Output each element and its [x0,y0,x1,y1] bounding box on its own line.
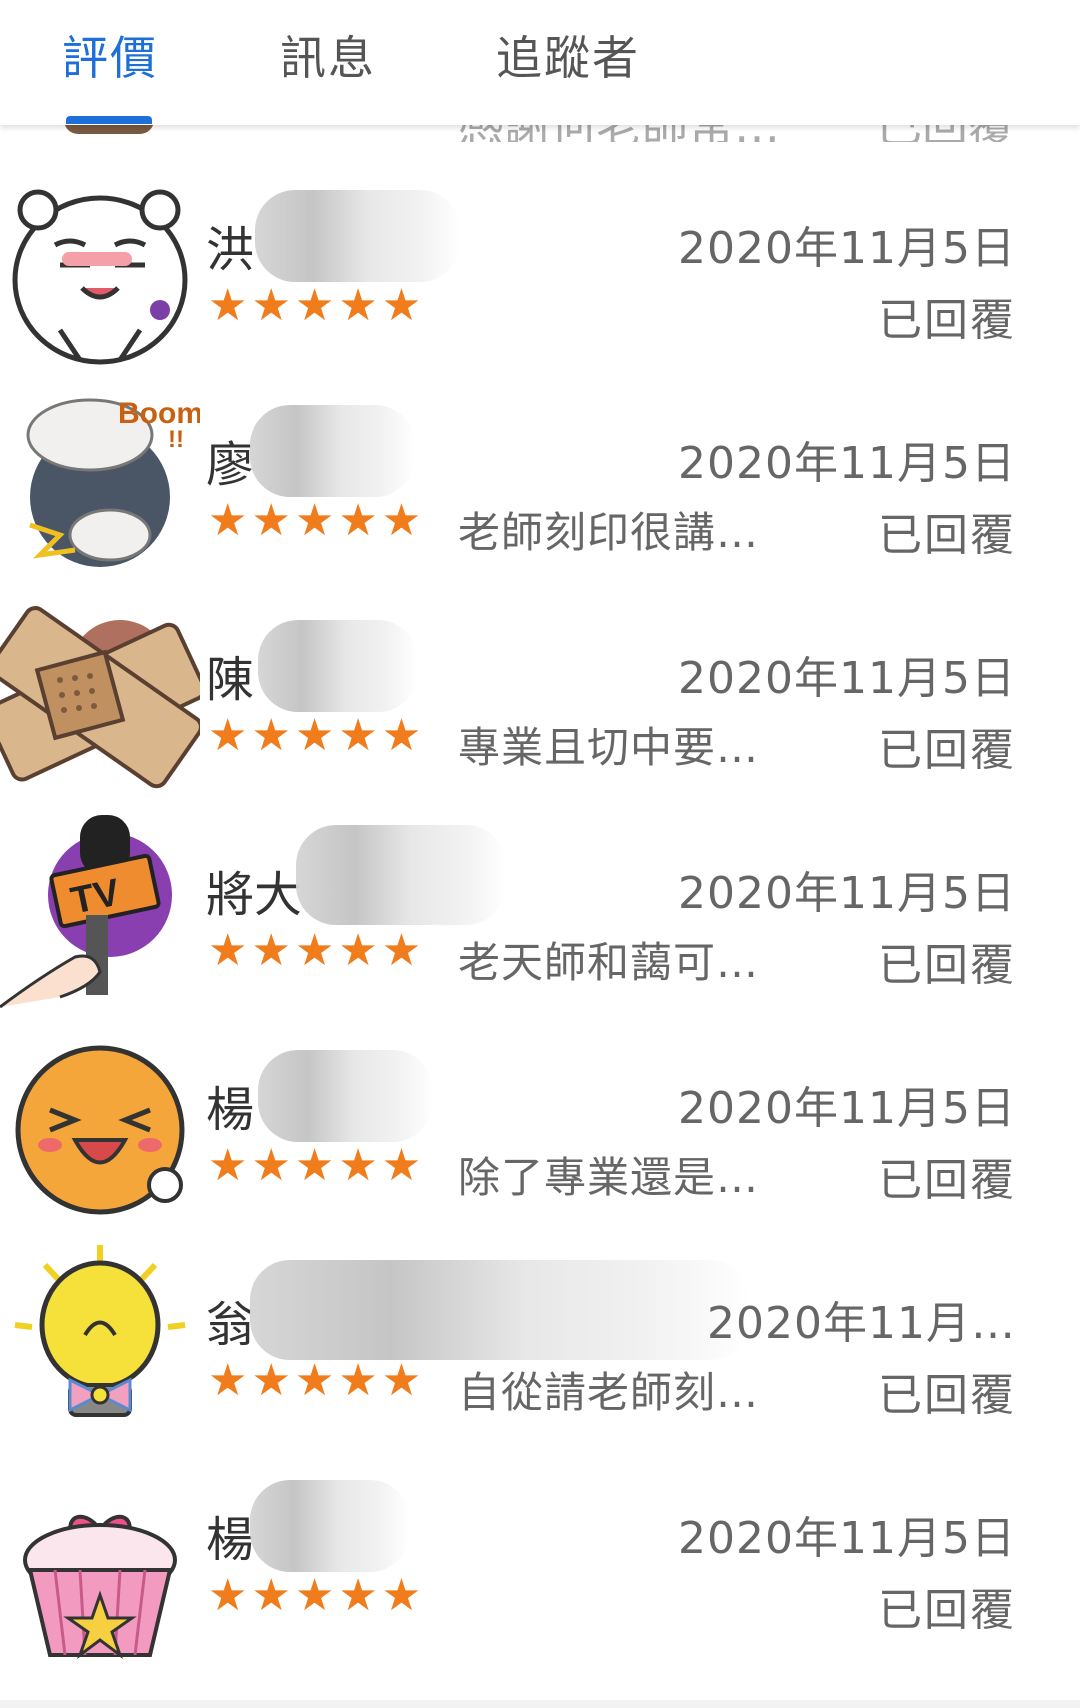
star-rating: ★★★★★ [208,710,426,761]
name-redaction-blur [250,405,415,497]
reply-status: 已回覆 [878,1155,1016,1206]
reviewer-name: 將大 [206,867,303,923]
star-rating: ★★★★★ [208,495,426,546]
review-row[interactable]: TV 將大 2020年11月5日 ★★★★★ 老天師和藹可… 已回覆 [0,805,1080,1019]
tab-bar: 評價 訊息 追蹤者 [0,0,1080,125]
lightbulb-sticker-avatar [0,1245,200,1445]
name-redaction-blur [255,190,460,282]
review-row[interactable]: Boom !! 廖 2020年11月5日 ★★★★★ 老師刻印很講… 已回覆 [0,375,1080,589]
name-redaction-blur [250,1260,750,1360]
reviewer-name: 洪 [206,222,255,278]
review-snippet: 自從請老師刻… [458,1368,760,1417]
reply-status: 已回覆 [878,940,1016,991]
review-date: 2020年11月5日 [678,438,1016,489]
star-rating: ★★★★★ [208,1140,426,1191]
star-rating: ★★★★★ [208,925,426,976]
reply-status: 已回覆 [878,510,1016,561]
boom-sticker-avatar: Boom !! [0,385,200,585]
tab-followers[interactable]: 追蹤者 [496,22,640,88]
review-date: 2020年11月5日 [678,1083,1016,1134]
cupcake-sticker-avatar [0,1460,200,1660]
reply-status: 已回覆 [878,1370,1016,1421]
review-snippet: 除了專業還是… [458,1153,760,1202]
review-date: 2020年11月5日 [678,1513,1016,1564]
reply-status: 已回覆 [878,295,1016,346]
review-snippet: 專業且切中要… [458,723,760,772]
review-row[interactable]: 陳 2020年11月5日 ★★★★★ 專業且切中要… 已回覆 [0,590,1080,804]
svg-text:!!: !! [168,426,184,453]
bottom-divider [0,1700,1080,1708]
review-date: 2020年11月5日 [678,223,1016,274]
review-row[interactable]: 楊 2020年11月5日 ★★★★★ 已回覆 [0,1450,1080,1664]
bandage-sticker-avatar [0,600,200,800]
reviewer-name: 楊 [206,1082,255,1138]
star-rating: ★★★★★ [208,1570,426,1621]
reviewer-name: 廖 [206,437,255,493]
reviewer-name: 楊 [206,1512,255,1568]
review-snippet: 老天師和藹可… [458,938,760,987]
star-rating: ★★★★★ [208,280,426,331]
review-row[interactable]: 洪 2020年11月5日 ★★★★★ 已回覆 [0,160,1080,374]
review-date: 2020年11月… [707,1298,1016,1349]
reviewer-name: 翁 [206,1297,255,1353]
name-redaction-blur [258,620,418,712]
reply-status: 已回覆 [878,725,1016,776]
review-date: 2020年11月5日 [678,868,1016,919]
tab-messages[interactable]: 訊息 [280,22,376,88]
star-rating: ★★★★★ [208,1355,426,1406]
reviewer-name: 陳 [206,652,255,708]
review-date: 2020年11月5日 [678,653,1016,704]
review-row[interactable]: 翁 2020年11月… ★★★★★ 自從請老師刻… 已回覆 [0,1235,1080,1449]
tv-microphone-sticker-avatar: TV [0,815,200,1015]
active-tab-indicator [66,116,152,124]
tab-reviews[interactable]: 評價 [62,22,158,88]
name-redaction-blur [250,1480,410,1572]
review-row[interactable]: 楊 2020年11月5日 ★★★★★ 除了專業還是… 已回覆 [0,1020,1080,1234]
svg-text:Boom: Boom [118,397,200,430]
review-snippet: 老師刻印很講… [458,508,760,557]
smiley-sticker-avatar [0,1030,200,1230]
bear-sticker-avatar [0,170,200,370]
name-redaction-blur [296,825,506,925]
name-redaction-blur [258,1050,433,1142]
reply-status: 已回覆 [878,1585,1016,1636]
